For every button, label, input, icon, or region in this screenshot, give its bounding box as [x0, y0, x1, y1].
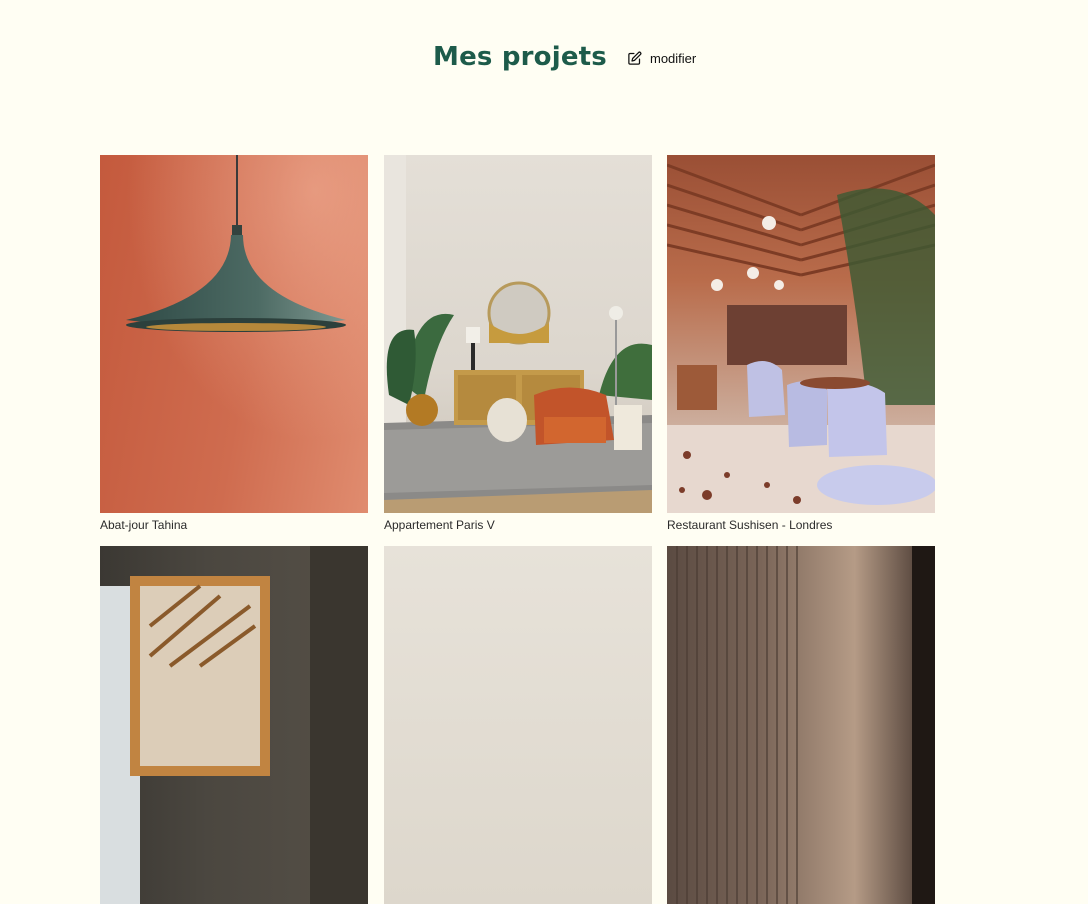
- project-card[interactable]: Abat-jour Tahina: [100, 155, 368, 532]
- project-image: [100, 546, 368, 904]
- edit-icon: [627, 51, 642, 66]
- project-card[interactable]: Appartement Paris V: [384, 155, 652, 532]
- page-title: Mes projets: [433, 42, 607, 72]
- project-image: [384, 155, 652, 513]
- project-image: [100, 155, 368, 513]
- project-image: [667, 155, 935, 513]
- page-header: Mes projets modifier: [0, 40, 1088, 80]
- project-card[interactable]: [100, 546, 368, 904]
- project-card[interactable]: Restaurant Sushisen - Londres: [667, 155, 935, 532]
- edit-label: modifier: [650, 51, 697, 66]
- project-title: Restaurant Sushisen - Londres: [667, 518, 833, 532]
- project-image: [384, 546, 652, 904]
- edit-button[interactable]: modifier: [627, 51, 696, 66]
- project-title: Appartement Paris V: [384, 518, 495, 532]
- project-title: Abat-jour Tahina: [100, 518, 188, 532]
- project-card[interactable]: [384, 546, 652, 904]
- project-card[interactable]: [667, 546, 935, 904]
- project-image: [667, 546, 935, 904]
